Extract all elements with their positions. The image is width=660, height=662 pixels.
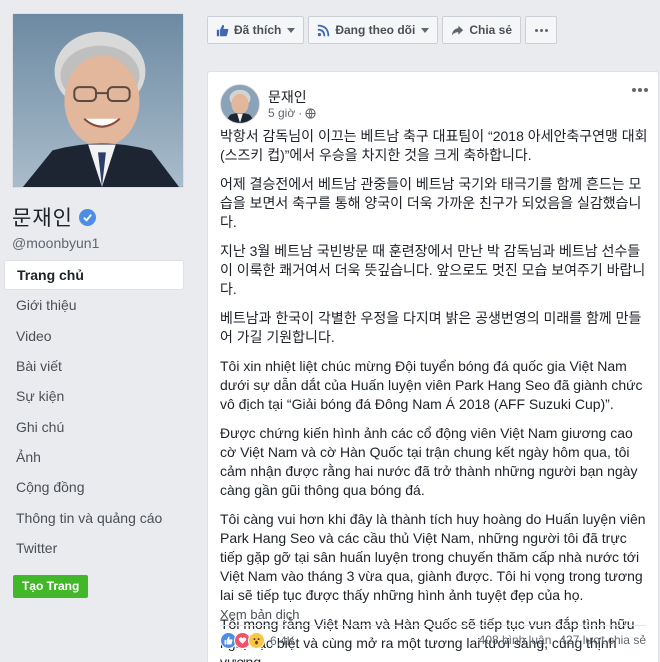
post-paragraph: Tôi càng vui hơn khi đây là thành tích h… [220, 511, 646, 603]
post-footer-divider [220, 625, 646, 626]
following-button-label: Đang theo dõi [335, 23, 416, 37]
liked-button[interactable]: Đã thích [207, 16, 305, 44]
engagement-stats: 408 bình luận 427 lượt chia sẻ [479, 633, 646, 647]
page-name[interactable]: 문재인 [12, 202, 73, 232]
page-name-row: 문재인 [12, 203, 96, 231]
verified-check-icon [78, 208, 96, 226]
globe-icon[interactable] [305, 107, 316, 119]
post-card: 문재인 5 giờ · 박항서 감독님이 이끄는 베트남 축구 대표팀이 “20… [207, 71, 659, 662]
post-paragraph: 박항서 감독님이 이끄는 베트남 축구 대표팀이 “2018 아세안축구연맹 대… [220, 128, 648, 163]
share-button-label: Chia sẻ [469, 23, 513, 37]
share-button[interactable]: Chia sẻ [442, 16, 522, 44]
liked-button-label: Đã thích [234, 23, 282, 37]
chevron-down-icon [421, 27, 430, 33]
post-paragraph: 어제 결승전에서 베트남 관중들이 베트남 국기와 태극기를 함께 흔드는 모습… [220, 176, 642, 230]
page-username[interactable]: @moonbyun1 [12, 235, 99, 251]
post-author-avatar[interactable] [220, 84, 260, 124]
post-author-name[interactable]: 문재인 [268, 87, 307, 107]
nav-item-info-and-ads[interactable]: Thông tin và quảng cáo [4, 502, 184, 532]
post-timestamp[interactable]: 5 giờ [268, 106, 295, 120]
post-body: 박항서 감독님이 이끄는 베트남 축구 대표팀이 “2018 아세안축구연맹 대… [220, 127, 648, 662]
nav-item-twitter[interactable]: Twitter [4, 533, 184, 563]
post-paragraph: 베트남과 한국이 각별한 우정을 다지며 밝은 공생번영의 미래를 함께 만들어… [220, 310, 642, 345]
share-arrow-icon [452, 25, 464, 35]
reaction-summary[interactable]: 6,4K [220, 632, 295, 649]
post-meta: 5 giờ · [268, 106, 316, 120]
profile-photo[interactable] [12, 13, 184, 188]
left-column: 문재인 @moonbyun1 Trang chủ Giới thiệu Vide… [0, 0, 200, 662]
more-dots-icon [534, 28, 548, 32]
nav-item-videos[interactable]: Video [4, 321, 184, 351]
create-page-button[interactable]: Tạo Trang [13, 575, 89, 598]
post-paragraph: 지난 3월 베트남 국빈방문 때 훈련장에서 만난 박 감독님과 베트남 선수들… [220, 243, 646, 297]
nav-item-posts[interactable]: Bài viết [4, 351, 184, 381]
comment-count[interactable]: 408 bình luận [479, 633, 552, 647]
meta-separator: · [298, 106, 303, 120]
page-nav: Trang chủ Giới thiệu Video Bài viết Sự k… [4, 260, 184, 563]
share-count[interactable]: 427 lượt chia sẻ [559, 633, 646, 647]
post-paragraph: Tôi xin nhiệt liệt chúc mừng Đội tuyển b… [220, 358, 643, 412]
nav-item-notes[interactable]: Ghi chú [4, 411, 184, 441]
rss-icon [318, 24, 330, 36]
wow-reaction-icon [248, 632, 265, 649]
nav-item-about[interactable]: Giới thiệu [4, 290, 184, 320]
following-button[interactable]: Đang theo dõi [308, 16, 439, 44]
nav-item-community[interactable]: Cộng đồng [4, 472, 184, 502]
chevron-down-icon [287, 27, 296, 33]
reaction-count[interactable]: 6,4K [270, 634, 295, 648]
nav-item-photos[interactable]: Ảnh [4, 442, 184, 472]
page-action-bar: Đã thích Đang theo dõi Chia sẻ [207, 16, 561, 46]
post-options-icon[interactable] [632, 88, 648, 92]
nav-item-home[interactable]: Trang chủ [4, 260, 184, 291]
see-translation-link[interactable]: Xem bản dịch [220, 607, 300, 622]
thumbs-up-icon [216, 24, 229, 36]
nav-item-events[interactable]: Sự kiện [4, 381, 184, 411]
post-paragraph: Được chứng kiến hình ảnh các cổ động viê… [220, 425, 638, 498]
more-options-button[interactable] [525, 16, 558, 44]
